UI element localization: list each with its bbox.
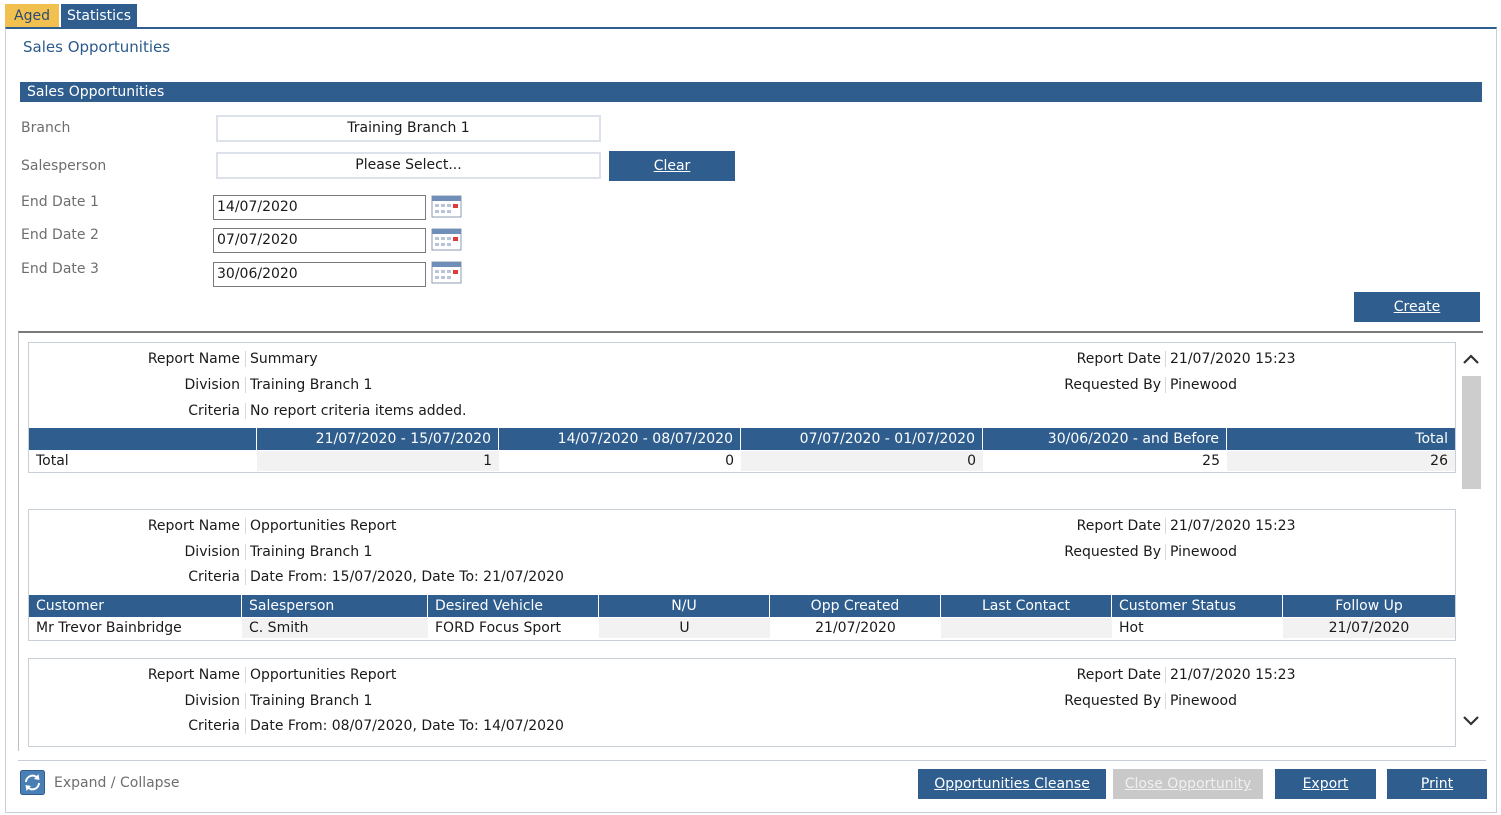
refresh-icon[interactable] [20, 770, 45, 795]
column-header: Salesperson [242, 595, 428, 617]
column-header: 14/07/2020 - 08/07/2020 [499, 428, 741, 450]
table-cell: 1 [257, 451, 499, 471]
division-value: Training Branch 1 [245, 693, 372, 709]
page-title: Sales Opportunities [23, 38, 171, 56]
requested-by-value: Pinewood [1165, 377, 1237, 393]
branch-select[interactable]: Training Branch 1 [216, 115, 601, 142]
table-cell: Hot [1119, 620, 1144, 636]
requested-by-key: Requested By [1064, 377, 1161, 393]
column-header: Opp Created [770, 595, 941, 617]
criteria-key: Criteria [188, 569, 240, 585]
opportunities-report-card: Report Name Opportunities Report Divisio… [28, 509, 1456, 641]
report-date-value: 21/07/2020 15:23 [1165, 351, 1296, 367]
end-date-3-label: End Date 3 [21, 261, 99, 277]
salesperson-label: Salesperson [21, 158, 107, 174]
column-header: 07/07/2020 - 01/07/2020 [741, 428, 983, 450]
report-date-value: 21/07/2020 15:23 [1165, 518, 1296, 534]
table-cell: 21/07/2020 [1283, 618, 1455, 638]
end-date-3-input[interactable]: 30/06/2020 [213, 262, 426, 287]
column-header: Customer [29, 595, 242, 617]
report-name-key: Report Name [147, 667, 240, 683]
end-date-1-label: End Date 1 [21, 194, 99, 210]
column-header: N/U [599, 595, 770, 617]
report-name-value: Opportunities Report [245, 518, 396, 534]
table-row[interactable]: Mr Trevor Bainbridge C. Smith FORD Focus… [29, 618, 1455, 638]
section-header: Sales Opportunities [20, 82, 1482, 102]
end-date-1-input[interactable]: 14/07/2020 [213, 195, 426, 220]
calendar-icon[interactable] [431, 261, 462, 284]
salesperson-select[interactable]: Please Select... [216, 152, 601, 179]
division-key: Division [184, 377, 240, 393]
criteria-value: No report criteria items added. [245, 403, 467, 419]
create-button[interactable]: Create [1354, 292, 1480, 322]
summary-table-header: 21/07/2020 - 15/07/2020 14/07/2020 - 08/… [29, 428, 1455, 450]
division-value: Training Branch 1 [245, 544, 372, 560]
table-cell: Mr Trevor Bainbridge [36, 620, 182, 636]
report-date-key: Report Date [1076, 518, 1161, 534]
requested-by-key: Requested By [1064, 544, 1161, 560]
tab-statistics[interactable]: Statistics [61, 4, 137, 28]
criteria-value: Date From: 15/07/2020, Date To: 21/07/20… [245, 569, 564, 585]
column-header: Follow Up [1335, 598, 1403, 614]
table-cell: U [599, 618, 770, 638]
criteria-key: Criteria [188, 403, 240, 419]
criteria-key: Criteria [188, 718, 240, 734]
report-name-value: Summary [245, 351, 318, 367]
column-header: Desired Vehicle [428, 595, 599, 617]
clear-button[interactable]: Clear [609, 151, 735, 181]
scrollbar-thumb[interactable] [1462, 376, 1481, 489]
report-date-key: Report Date [1076, 667, 1161, 683]
branch-label: Branch [21, 120, 71, 136]
opportunities-cleanse-button[interactable]: Opportunities Cleanse [918, 769, 1106, 799]
report-name-key: Report Name [147, 518, 240, 534]
requested-by-value: Pinewood [1165, 544, 1237, 560]
end-date-2-input[interactable]: 07/07/2020 [213, 228, 426, 253]
expand-collapse-link[interactable]: Expand / Collapse [54, 775, 179, 791]
table-cell: 0 [725, 453, 734, 469]
chevron-down-icon[interactable] [1462, 713, 1480, 729]
table-cell: 26 [1227, 451, 1455, 471]
table-cell: FORD Focus Sport [435, 620, 562, 636]
report-name-value: Opportunities Report [245, 667, 396, 683]
table-cell: C. Smith [242, 618, 428, 638]
requested-by-key: Requested By [1064, 693, 1161, 709]
opportunities-report-card: Report Name Opportunities Report Divisio… [28, 658, 1456, 747]
column-header: 21/07/2020 - 15/07/2020 [257, 428, 499, 450]
table-cell: Total [36, 453, 69, 469]
column-header: 30/06/2020 - and Before [983, 428, 1227, 450]
column-header: Total [1415, 431, 1448, 447]
end-date-2-label: End Date 2 [21, 227, 99, 243]
tab-aged[interactable]: Aged [5, 4, 59, 28]
report-date-value: 21/07/2020 15:23 [1165, 667, 1296, 683]
table-cell: 0 [741, 451, 983, 471]
table-cell [941, 618, 1112, 638]
column-header [29, 428, 257, 450]
table-row: Total 1 0 0 25 26 [29, 451, 1455, 471]
export-button[interactable]: Export [1275, 769, 1376, 799]
close-opportunity-button[interactable]: Close Opportunity [1113, 769, 1263, 799]
criteria-value: Date From: 08/07/2020, Date To: 14/07/20… [245, 718, 564, 734]
column-header: Last Contact [941, 595, 1112, 617]
report-name-key: Report Name [147, 351, 240, 367]
divider [18, 760, 1486, 761]
opportunities-table-header: Customer Salesperson Desired Vehicle N/U… [29, 595, 1455, 617]
division-value: Training Branch 1 [245, 377, 372, 393]
report-date-key: Report Date [1076, 351, 1161, 367]
calendar-icon[interactable] [431, 195, 462, 218]
calendar-icon[interactable] [431, 228, 462, 251]
report-viewer[interactable]: Report Name Summary Division Training Br… [18, 331, 1483, 751]
division-key: Division [184, 544, 240, 560]
column-header: Customer Status [1112, 595, 1283, 617]
summary-report-card: Report Name Summary Division Training Br… [28, 342, 1456, 473]
table-cell: 25 [1202, 453, 1220, 469]
print-button[interactable]: Print [1387, 769, 1487, 799]
chevron-up-icon[interactable] [1462, 351, 1480, 367]
requested-by-value: Pinewood [1165, 693, 1237, 709]
division-key: Division [184, 693, 240, 709]
table-cell: 21/07/2020 [815, 620, 896, 636]
